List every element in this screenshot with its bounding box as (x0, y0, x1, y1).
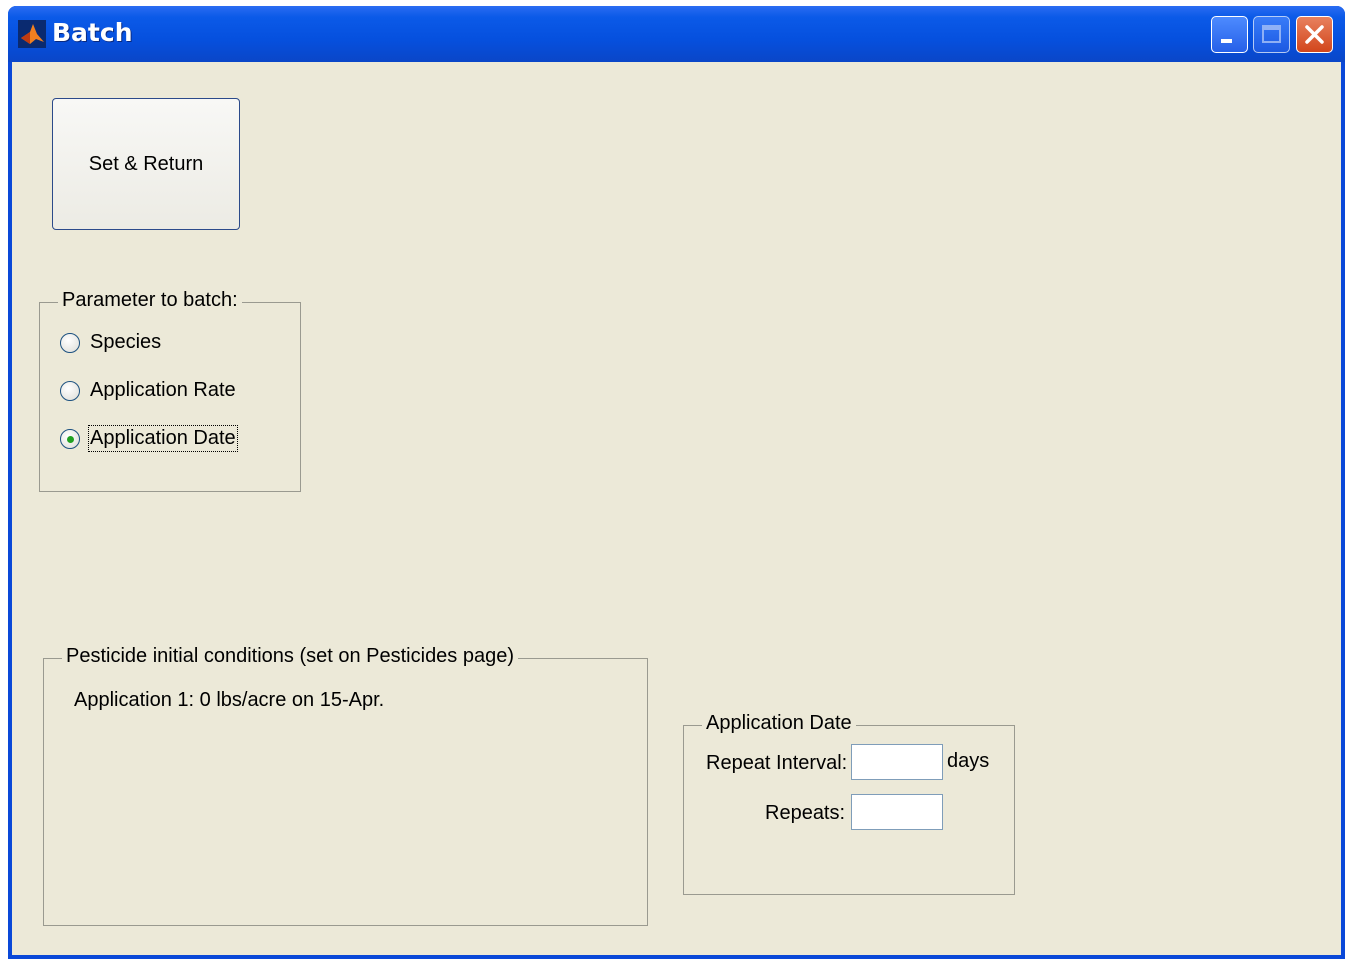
title-bar[interactable]: Batch (8, 6, 1345, 62)
repeat-interval-unit: days (947, 750, 990, 772)
minimize-icon (1221, 39, 1232, 43)
repeat-interval-input[interactable] (851, 744, 943, 780)
application-summary-text: Application 1: 0 lbs/acre on 15-Apr. (74, 689, 385, 711)
radio-species-label: Species (90, 331, 162, 353)
close-icon (1305, 25, 1324, 44)
window-title: Batch (52, 18, 133, 47)
repeats-input[interactable] (851, 794, 943, 830)
radio-application-date-label: Application Date (88, 425, 238, 452)
radio-application-rate[interactable]: Application Rate (60, 379, 236, 402)
client-area: Set & Return Parameter to batch: Species… (12, 62, 1341, 955)
set-return-label: Set & Return (88, 152, 204, 175)
minimize-button[interactable] (1211, 16, 1248, 53)
batch-window: Batch Set & Return Parameter to batch: S… (8, 6, 1345, 959)
radio-circle[interactable] (60, 380, 80, 401)
application-date-group: Application Date Repeat Interval: days R… (683, 712, 1015, 895)
repeat-interval-label: Repeat Interval: (706, 752, 848, 774)
parameter-to-batch-group: Parameter to batch: Species Application … (39, 289, 301, 492)
radio-circle-checked[interactable] (60, 428, 80, 449)
maximize-icon (1262, 25, 1281, 43)
pesticide-group-label: Pesticide initial conditions (set on Pes… (62, 645, 519, 668)
application-date-group-label: Application Date (702, 712, 856, 735)
repeats-label: Repeats: (765, 802, 846, 824)
maximize-button[interactable] (1253, 16, 1290, 53)
close-button[interactable] (1296, 16, 1333, 53)
pesticide-conditions-group: Pesticide initial conditions (set on Pes… (43, 645, 648, 926)
radio-application-rate-label: Application Rate (90, 379, 236, 401)
set-return-button[interactable]: Set & Return (52, 98, 240, 230)
radio-species[interactable]: Species (60, 331, 161, 354)
parameter-group-label: Parameter to batch: (58, 289, 242, 312)
radio-circle[interactable] (60, 332, 80, 353)
radio-application-date[interactable]: Application Date (60, 425, 238, 452)
matlab-icon (18, 20, 46, 48)
